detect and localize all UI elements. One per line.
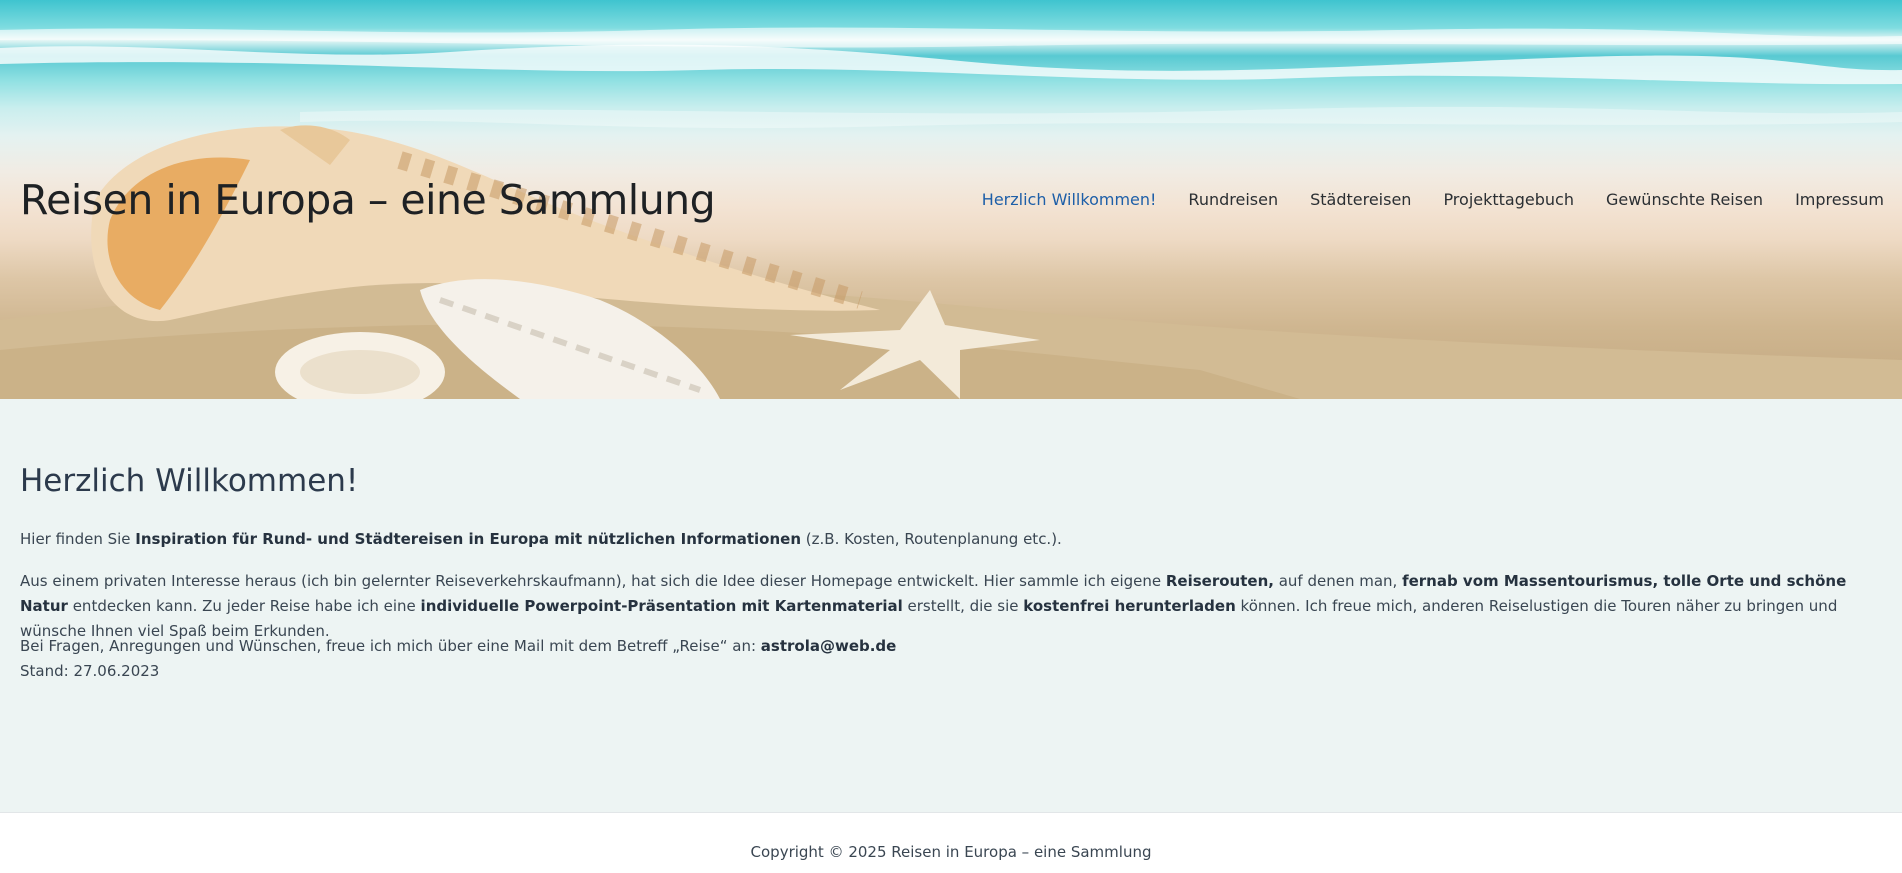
last-updated: Stand: 27.06.2023 — [20, 662, 160, 680]
nav-item-projekttagebuch[interactable]: Projekttagebuch — [1427, 190, 1590, 209]
main-content: Herzlich Willkommen! Hier finden Sie Ins… — [0, 399, 1902, 812]
nav-item-staedtereisen[interactable]: Städtereisen — [1294, 190, 1427, 209]
intro-text-2: (z.B. Kosten, Routenplanung etc.). — [801, 530, 1062, 548]
about-text-2: auf denen man, — [1273, 572, 1403, 590]
site-header: Reisen in Europa – eine Sammlung Herzlic… — [0, 0, 1902, 399]
page-title: Herzlich Willkommen! — [20, 463, 359, 499]
nav-item-rundreisen[interactable]: Rundreisen — [1172, 190, 1294, 209]
nav-item-impressum[interactable]: Impressum — [1779, 190, 1884, 209]
about-text-1: Aus einem privaten Interesse heraus (ich… — [20, 572, 1166, 590]
about-highlight-download: kostenfrei herunterladen — [1023, 597, 1236, 615]
about-highlight-routes: Reiserouten, — [1165, 572, 1274, 590]
about-paragraph: Aus einem privaten Interesse heraus (ich… — [20, 569, 1882, 644]
contact-paragraph: Bei Fragen, Anregungen und Wünschen, fre… — [20, 634, 1882, 684]
about-text-4: erstellt, die sie — [902, 597, 1024, 615]
intro-text-1: Hier finden Sie — [20, 530, 136, 548]
about-highlight-presentation: individuelle Powerpoint-Präsentation mit… — [420, 597, 903, 615]
site-footer: Copyright © 2025 Reisen in Europa – eine… — [0, 812, 1902, 873]
site-title[interactable]: Reisen in Europa – eine Sammlung — [20, 176, 716, 224]
nav-item-gewuenschte-reisen[interactable]: Gewünschte Reisen — [1590, 190, 1779, 209]
intro-highlight: Inspiration für Rund- und Städtereisen i… — [135, 530, 802, 548]
nav-item-herzlich-willkommen[interactable]: Herzlich Willkommen! — [966, 190, 1173, 209]
copyright-text: Copyright © 2025 Reisen in Europa – eine… — [750, 843, 1152, 861]
contact-text: Bei Fragen, Anregungen und Wünschen, fre… — [20, 637, 761, 655]
intro-paragraph: Hier finden Sie Inspiration für Rund- un… — [20, 527, 1882, 552]
contact-email[interactable]: astrola@web.de — [761, 637, 897, 655]
about-text-3: entdecken kann. Zu jeder Reise habe ich … — [67, 597, 421, 615]
main-nav: Herzlich Willkommen! Rundreisen Städtere… — [966, 190, 1884, 209]
